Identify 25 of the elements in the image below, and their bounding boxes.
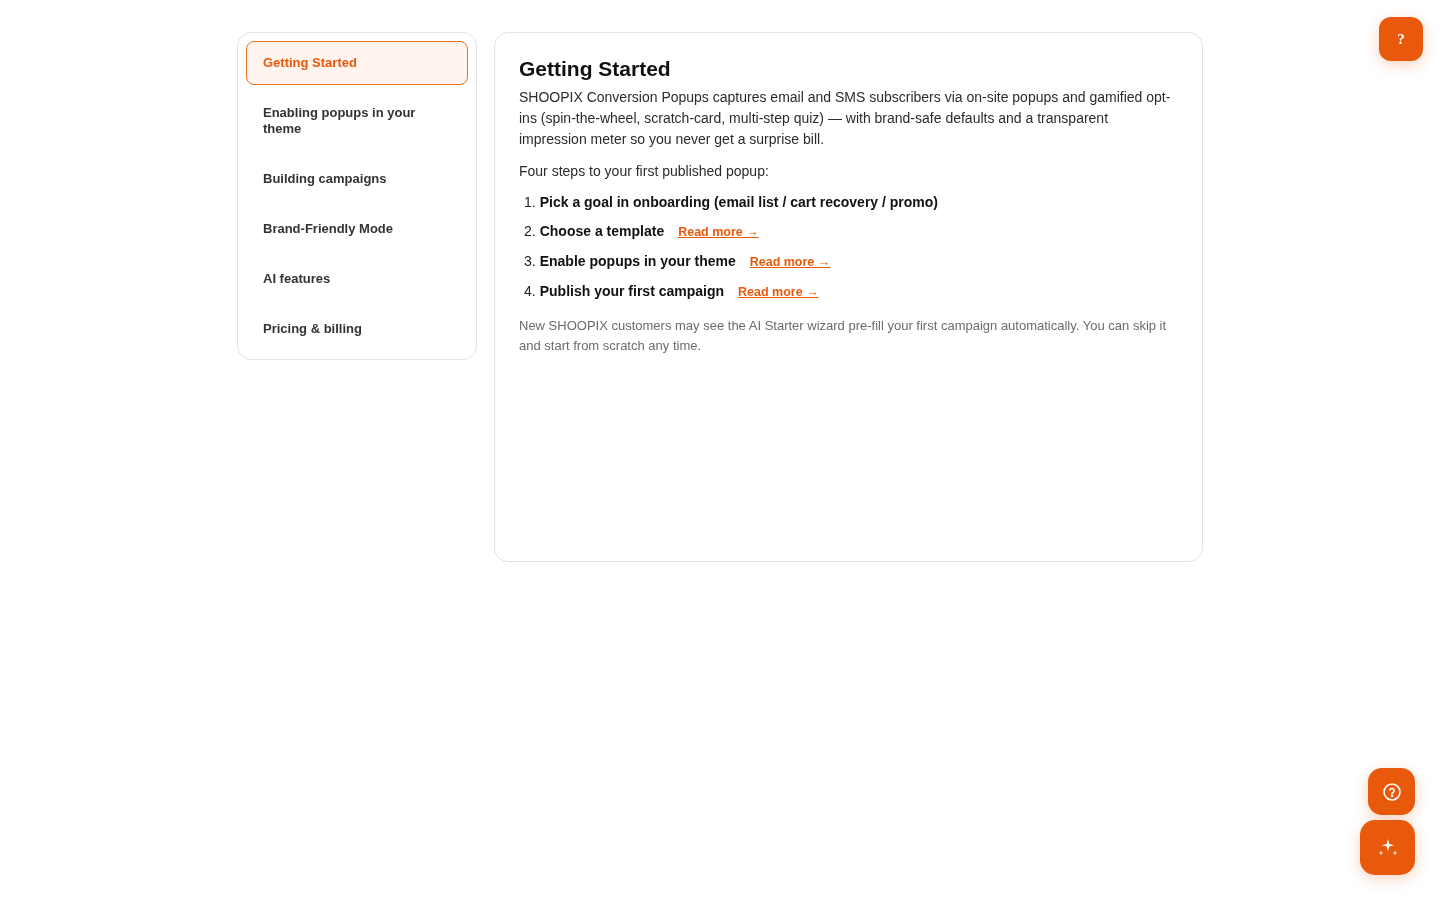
ai-sparkle-button[interactable] (1360, 820, 1415, 875)
step-text: Enable popups in your theme (539, 252, 736, 271)
intro-paragraph: SHOOPIX Conversion Popups captures email and SMS subscribers via on-site popups and gamified opt-ins (spin-the-wheel, scratch-card, multi-step quiz) — with brand-safe defaults and a transparent impression meter so you never get a surprise bill. (519, 88, 1172, 149)
sidebar-item[interactable]: AI features (246, 257, 468, 301)
help-fab[interactable] (1368, 768, 1415, 815)
read-more-link[interactable]: Read more → (749, 252, 831, 273)
step-text: Publish your first campaign (539, 282, 725, 301)
step-number: 1. (524, 193, 536, 212)
note-text: New SHOOPIX customers may see the AI Starter wizard pre-fill your first campaign automatically. You can skip it and start from scratch any time. (519, 317, 1168, 355)
article-title: Getting Started (519, 56, 672, 82)
read-more-link[interactable]: Read more → (738, 282, 819, 303)
sidebar-item[interactable]: Building campaigns (246, 157, 468, 201)
sidebar-item[interactable]: Brand-Friendly Mode (246, 207, 468, 251)
steps-heading: Four steps to your first published popup: (519, 162, 770, 181)
help-button[interactable]: ? (1379, 17, 1423, 61)
step-number: 3. (524, 252, 536, 271)
help-circle-icon (1382, 782, 1401, 801)
sparkle-icon (1377, 838, 1398, 857)
read-more-link[interactable]: Read more → (678, 222, 759, 243)
step-number: 4. (524, 282, 536, 301)
step-text: Choose a template (539, 222, 665, 241)
sidebar-item[interactable]: Pricing & billing (246, 307, 468, 351)
step-text: Pick a goal in onboarding (email list / cart recovery / promo) (539, 193, 938, 212)
sidebar-item[interactable]: Enabling popups in your theme (246, 91, 468, 151)
step-number: 2. (524, 222, 536, 241)
